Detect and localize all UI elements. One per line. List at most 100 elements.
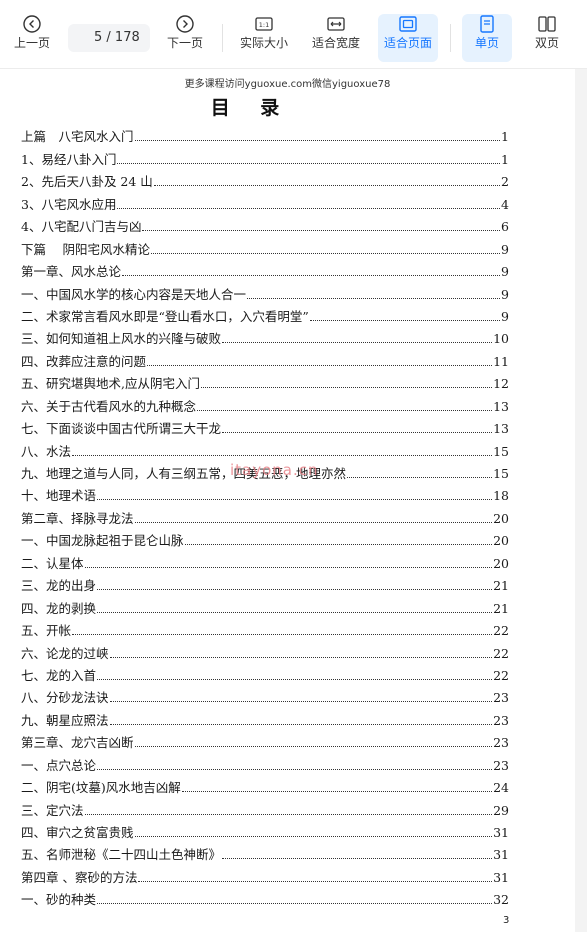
toc-entry[interactable]: 六、论龙的过峡 22 <box>21 638 509 661</box>
toc-entry-page: 31 <box>493 869 509 885</box>
toc-entry[interactable]: 七、龙的入首 22 <box>21 661 509 683</box>
toc-leader-dots <box>97 602 493 613</box>
prev-page-button[interactable]: 上一页 <box>0 14 64 62</box>
toc-entry-title: 1、易经八卦入门 <box>21 151 117 167</box>
double-page-button[interactable]: 双页 <box>520 14 574 62</box>
toc-entry-title: 第四章 、察砂的方法 <box>21 869 138 885</box>
toc-entry[interactable]: 十、地理术语 18 <box>21 481 509 503</box>
toc-leader-dots <box>222 332 493 344</box>
toc-entry[interactable]: 3、八宅风水应用 4 <box>21 189 509 212</box>
toc-entry-title: 一、中国风水学的核心内容是天地人合一 <box>21 286 247 302</box>
toc-entry[interactable]: 四、龙的剥换 21 <box>21 593 509 616</box>
double-page-icon <box>538 16 556 32</box>
toc-entry-page: 9 <box>501 286 509 302</box>
toc-entry-page: 15 <box>493 443 509 459</box>
toc-entry[interactable]: 上篇 八宅风水入门 1 <box>21 122 509 144</box>
toc-leader-dots <box>72 445 493 456</box>
toc-entry[interactable]: 第二章、择脉寻龙法 20 <box>21 503 509 526</box>
toc-leader-dots <box>97 489 493 501</box>
toc-entry-page: 22 <box>493 667 509 683</box>
toc-entry-title: 二、术家常言看风水即是“登山看水口，入穴看明堂” <box>21 308 309 324</box>
toc-leader-dots <box>247 288 501 299</box>
toc-entry[interactable]: 一、砂的种类 32 <box>21 885 509 907</box>
actual-size-icon: 1:1 <box>255 17 273 31</box>
vertical-scrollbar[interactable] <box>575 69 587 932</box>
toc-leader-dots <box>134 512 493 523</box>
toc-entry[interactable]: 一、中国风水学的核心内容是天地人合一 9 <box>21 279 509 302</box>
next-page-label: 下一页 <box>166 36 203 50</box>
toc-entry-title: 六、论龙的过峡 <box>21 645 109 661</box>
toc-leader-dots <box>109 691 493 703</box>
toc-entry[interactable]: 2、先后天八卦及 24 山 2 <box>21 167 509 189</box>
toc-entry[interactable]: 六、关于古代看风水的九种概念 13 <box>21 391 509 414</box>
toc-entry-page: 31 <box>493 847 509 863</box>
toc-leader-dots <box>117 153 501 164</box>
toc-entry-title: 五、研究堪舆地术,应从阴宅入门 <box>21 376 200 392</box>
toc-entry[interactable]: 第四章 、察砂的方法 31 <box>21 862 509 885</box>
toc-entry[interactable]: 四、改葬应注意的问题 11 <box>21 346 509 369</box>
toc-entry[interactable]: 二、认星体 20 <box>21 548 509 571</box>
double-page-label: 双页 <box>534 36 559 50</box>
pdf-viewer-toolbar: 上一页 / 178 下一页 1:1 实际大小 适合宽度 适合页面 <box>0 0 587 69</box>
toc-entry[interactable]: 第一章、风水总论 9 <box>21 257 509 279</box>
toc-entry[interactable]: 三、如何知道祖上风水的兴隆与破败 10 <box>21 324 509 346</box>
single-page-button[interactable]: 单页 <box>462 14 512 62</box>
toc-leader-dots <box>222 848 493 860</box>
toc-entry[interactable]: 七、下面谈谈中国古代所谓三大干龙 13 <box>21 414 509 436</box>
toc-entry-title: 一、中国龙脉起祖于昆仑山脉 <box>21 533 184 549</box>
toc-entry[interactable]: 四、审穴之贫富贵贱 31 <box>21 818 509 840</box>
toc-entry-page: 18 <box>493 488 509 504</box>
fit-page-button[interactable]: 适合页面 <box>378 14 438 62</box>
fit-width-button[interactable]: 适合宽度 <box>304 14 368 62</box>
toc-entry-title: 第三章、龙穴吉凶断 <box>21 735 134 751</box>
toc-leader-dots <box>147 355 493 366</box>
toc-entry-page: 23 <box>493 712 509 728</box>
toc-entry[interactable]: 五、开帐 22 <box>21 616 509 638</box>
next-page-button[interactable]: 下一页 <box>153 14 217 62</box>
toc-entry[interactable]: 第三章、龙穴吉凶断 23 <box>21 728 509 750</box>
toc-entry[interactable]: 八、分砂龙法诀 23 <box>21 683 509 705</box>
toc-entry[interactable]: 1、易经八卦入门 1 <box>21 144 509 167</box>
toc-leader-dots <box>122 265 501 277</box>
toc-entry-title: 五、开帐 <box>21 623 72 639</box>
toc-entry-page: 13 <box>493 421 509 437</box>
toc-entry-page: 23 <box>493 757 509 773</box>
toc-entry-page: 1 <box>501 151 509 167</box>
toc-entry[interactable]: 五、研究堪舆地术,应从阴宅入门 12 <box>21 369 509 391</box>
toc-entry[interactable]: 4、八宅配八门吉与凶 6 <box>21 212 509 234</box>
center-watermark: itayona.cn <box>230 461 319 479</box>
toc-entry[interactable]: 二、阴宅(坟墓)风水地吉凶解 24 <box>21 773 509 795</box>
toc-entry[interactable]: 二、术家常言看风水即是“登山看水口，入穴看明堂” 9 <box>21 302 509 324</box>
toc-entry-title: 七、下面谈谈中国古代所谓三大干龙 <box>21 421 222 437</box>
prev-page-label: 上一页 <box>13 36 50 50</box>
current-page-input[interactable] <box>78 30 103 45</box>
toc-leader-dots <box>184 534 493 546</box>
actual-size-button[interactable]: 1:1 实际大小 <box>232 14 296 62</box>
table-of-contents: 上篇 八宅风水入门 1 1、易经八卦入门 1 2、先后天八卦及 24 山 2 3、八宅风水应… <box>21 122 509 907</box>
toc-leader-dots <box>134 130 501 142</box>
toc-entry[interactable]: 一、点穴总论 23 <box>21 750 509 773</box>
toc-entry-page: 32 <box>493 892 509 908</box>
toc-entry[interactable]: 一、中国龙脉起祖于昆仑山脉 20 <box>21 526 509 548</box>
toc-entry-title: 第二章、择脉寻龙法 <box>21 510 134 526</box>
toc-entry-title: 4、八宅配八门吉与凶 <box>21 219 142 235</box>
toc-entry[interactable]: 九、朝星应照法 23 <box>21 705 509 728</box>
toc-entry[interactable]: 三、龙的出身 21 <box>21 571 509 593</box>
toc-entry-page: 15 <box>493 466 509 481</box>
toc-entry[interactable]: 五、名师泄秘《二十四山土色神断》 31 <box>21 840 509 862</box>
toc-entry-page: 20 <box>493 533 509 549</box>
toc-leader-dots <box>138 871 493 882</box>
toc-entry-title: 一、砂的种类 <box>21 892 97 908</box>
toc-entry[interactable]: 八、水法 15 <box>21 436 509 459</box>
toc-leader-dots <box>97 579 493 591</box>
toc-leader-dots <box>134 826 493 837</box>
toc-entry-page: 23 <box>493 690 509 706</box>
toc-leader-dots <box>117 198 501 209</box>
toc-entry[interactable]: 三、定穴法 29 <box>21 795 509 818</box>
toc-leader-dots <box>197 400 493 411</box>
toc-entry-page: 21 <box>493 600 509 616</box>
toc-entry-title: 三、如何知道祖上风水的兴隆与破败 <box>21 331 222 347</box>
fit-width-icon <box>327 17 345 31</box>
toc-entry[interactable]: 下篇 阴阳宅风水精论 9 <box>21 234 509 257</box>
toc-entry-page: 4 <box>501 196 509 212</box>
